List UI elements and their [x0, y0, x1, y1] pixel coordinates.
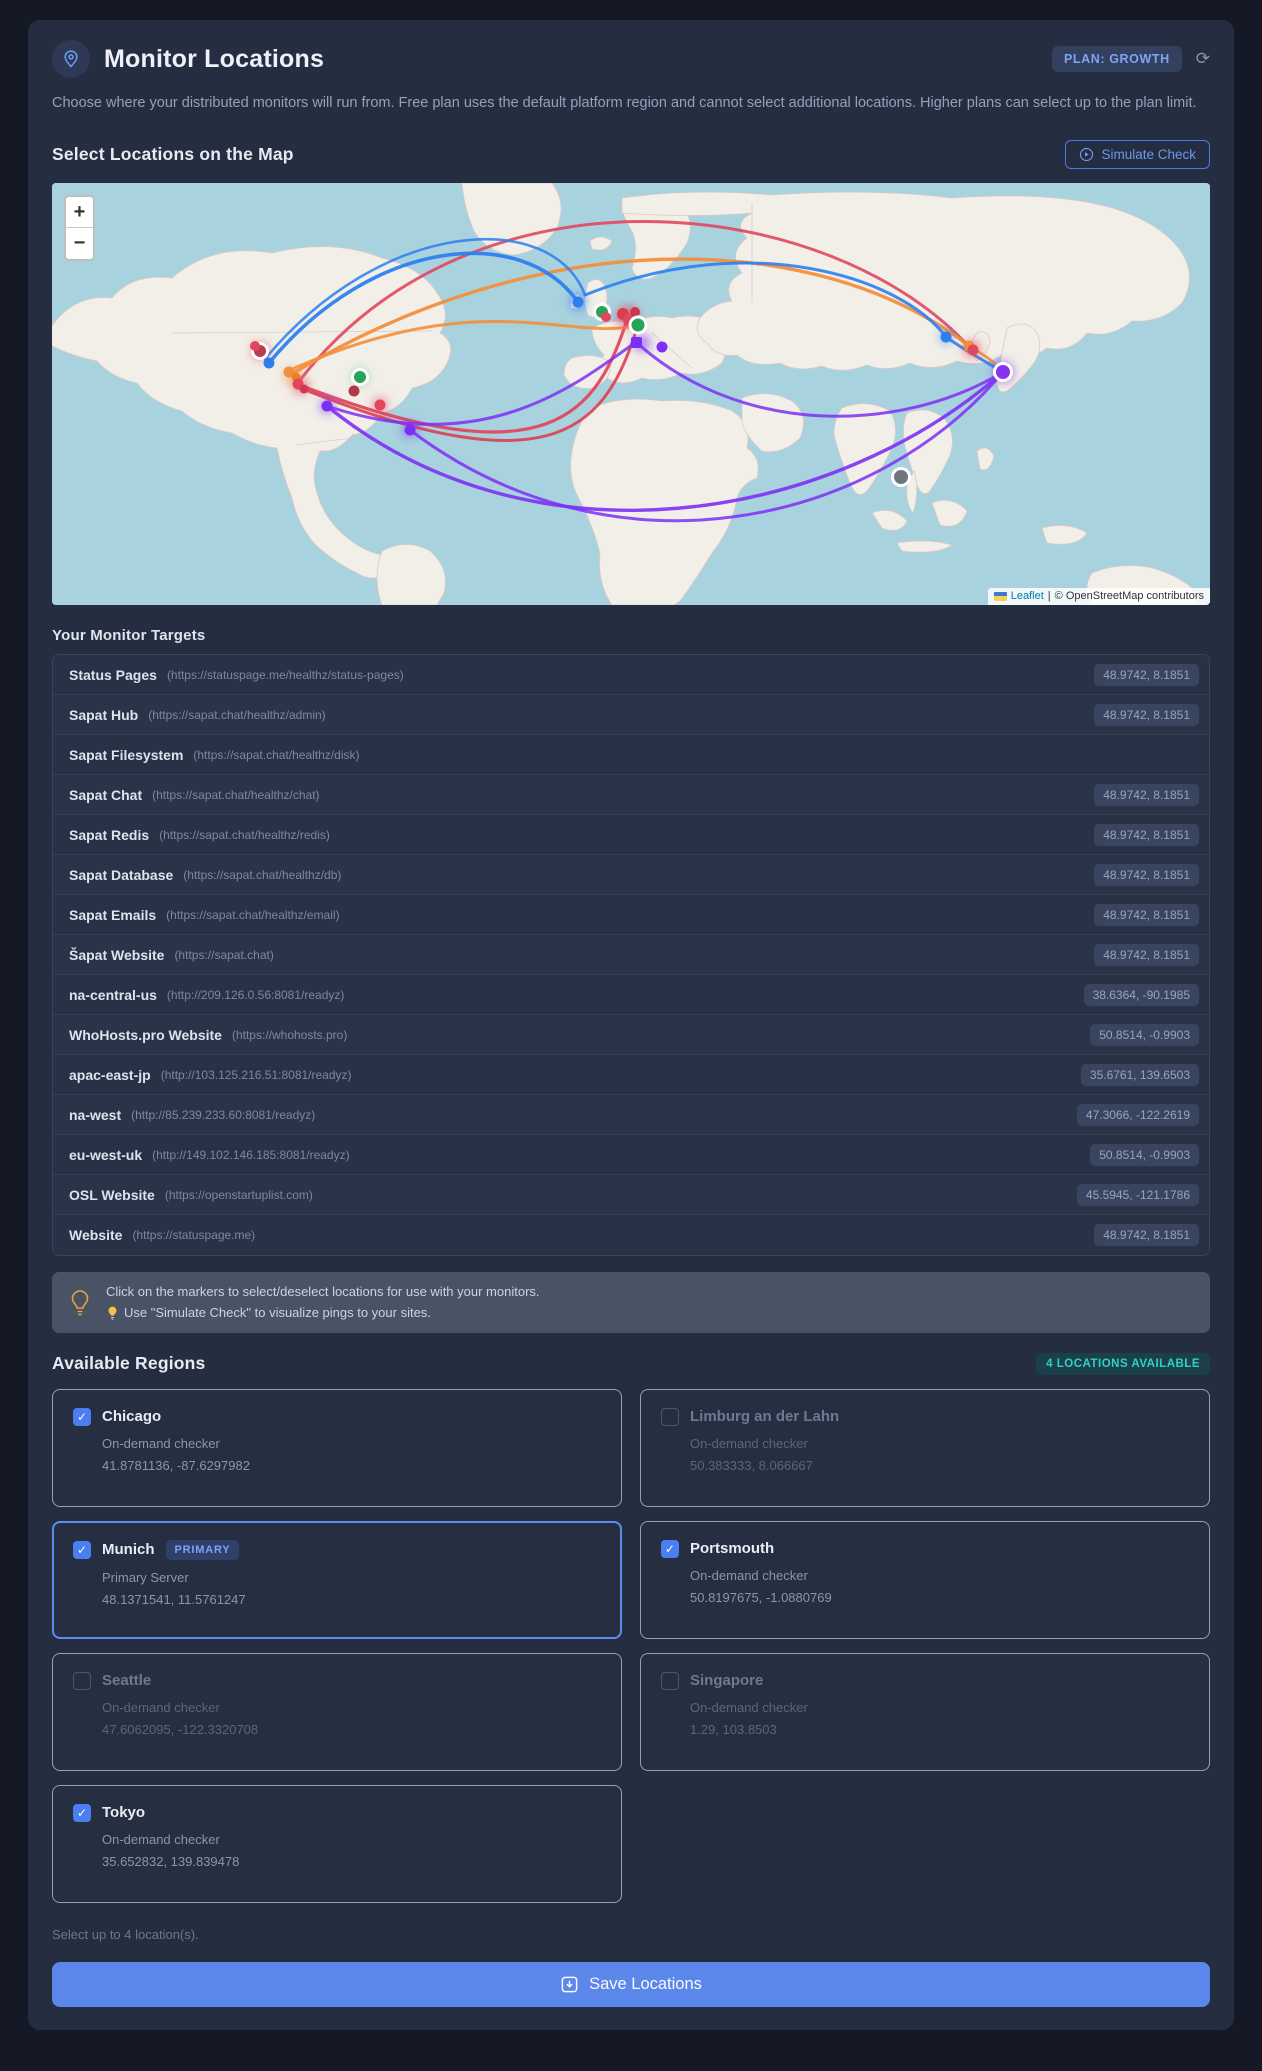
table-row[interactable]: Sapat Redis (https://sapat.chat/healthz/r…: [53, 815, 1209, 856]
coords-badge: 38.6364, -90.1985: [1083, 983, 1199, 1006]
table-row[interactable]: Sapat Database (https://sapat.chat/health…: [53, 855, 1209, 896]
table-row[interactable]: OSL Website (https://openstartuplist.com)…: [53, 1175, 1209, 1216]
locations-available-badge: 4 LOCATIONS AVAILABLE: [1036, 1352, 1210, 1375]
marker-target-purple: [656, 341, 668, 353]
regions-heading: Available Regions: [52, 1353, 206, 1374]
table-row[interactable]: eu-west-uk (http://149.102.146.185:8081/r…: [53, 1135, 1209, 1176]
marker-chicago-region: [351, 368, 369, 387]
table-row[interactable]: Sapat Chat (https://sapat.chat/healthz/ch…: [53, 775, 1209, 816]
lightbulb-icon: [71, 1289, 89, 1315]
map-section-title: Select Locations on the Map: [52, 144, 294, 165]
table-row[interactable]: Status Pages (https://statuspage.me/healt…: [53, 655, 1209, 696]
simulate-check-button[interactable]: Simulate Check: [1065, 140, 1210, 170]
coords-badge: 45.5945, -121.1786: [1076, 1183, 1199, 1206]
marker-target-blue: [263, 357, 275, 369]
region-grid: ✓ Chicago On-demand checker 41.8781136, -…: [52, 1388, 1210, 1903]
play-circle-icon: [1080, 148, 1094, 162]
map-attribution: Leaflet | © OpenStreetMap contributors: [987, 588, 1210, 606]
checkbox[interactable]: ✓: [661, 1407, 679, 1426]
plan-badge: PLAN: GROWTH: [1051, 46, 1182, 72]
coords-badge: 48.9742, 8.1851: [1094, 783, 1199, 806]
region-card-tokyo[interactable]: ✓ Tokyo On-demand checker 35.652832, 139.…: [52, 1784, 622, 1903]
coords-badge: 48.9742, 8.1851: [1094, 943, 1199, 966]
map-canvas: [52, 183, 1210, 606]
osm-credit: © OpenStreetMap contributors: [1054, 590, 1204, 603]
description-text: Choose where your distributed monitors w…: [52, 95, 1197, 111]
coords-badge: 48.9742, 8.1851: [1094, 823, 1199, 846]
map-zoom-control: + −: [64, 195, 95, 262]
region-card-chicago[interactable]: ✓ Chicago On-demand checker 41.8781136, -…: [52, 1388, 622, 1507]
page-title: Monitor Locations: [104, 44, 325, 73]
header: Monitor Locations PLAN: GROWTH ⟳: [52, 40, 1210, 78]
marker-target-red: [299, 384, 309, 394]
refresh-icon[interactable]: ⟳: [1196, 49, 1210, 69]
table-row[interactable]: Sapat Emails (https://sapat.chat/healthz/…: [53, 895, 1209, 936]
coords-badge: 48.9742, 8.1851: [1094, 663, 1199, 686]
coords-badge: 48.9742, 8.1851: [1094, 1224, 1199, 1247]
marker-target-purple: [321, 400, 333, 412]
marker-target-red: [967, 344, 979, 356]
save-icon: [561, 1976, 578, 1993]
region-card-munich[interactable]: ✓ Munich PRIMARY Primary Server 48.1371541…: [52, 1520, 622, 1639]
coords-badge: 50.8514, -0.9903: [1090, 1023, 1199, 1046]
world-map[interactable]: + − Leaflet | © OpenStreetMap contributo…: [52, 183, 1210, 606]
monitor-locations-panel: Monitor Locations PLAN: GROWTH ⟳ Choose …: [28, 20, 1234, 2030]
leaflet-link[interactable]: Leaflet: [1011, 590, 1044, 602]
marker-target-purple: [631, 337, 642, 349]
coords-badge: 48.9742, 8.1851: [1094, 903, 1199, 926]
marker-target-red: [630, 307, 640, 318]
table-row[interactable]: Website (https://statuspage.me) 48.9742, 8…: [53, 1215, 1209, 1256]
marker-target-blue: [572, 296, 584, 308]
checkbox[interactable]: ✓: [73, 1671, 91, 1690]
table-row[interactable]: na-west (http://85.239.233.60:8081/readyz…: [53, 1095, 1209, 1136]
location-pin-icon: [52, 40, 90, 78]
table-row[interactable]: Šapat Website (https://sapat.chat) 48.9742…: [53, 935, 1209, 976]
region-card-seattle[interactable]: ✓Seattle On-demand checker 47.6062095, -…: [52, 1652, 622, 1771]
checkbox[interactable]: ✓: [73, 1407, 91, 1426]
coords-badge: 48.9742, 8.1851: [1094, 863, 1199, 886]
ukraine-flag-icon: [993, 591, 1007, 601]
checkbox[interactable]: ✓: [661, 1539, 679, 1558]
marker-singapore-region: [891, 467, 911, 488]
targets-heading: Your Monitor Targets: [52, 627, 206, 645]
checkbox[interactable]: ✓: [73, 1540, 91, 1559]
table-row[interactable]: Sapat Filesystem (https://sapat.chat/heal…: [53, 735, 1209, 776]
coords-badge: 50.8514, -0.9903: [1090, 1143, 1199, 1166]
tip-banner: Click on the markers to select/deselect …: [52, 1272, 1210, 1333]
save-locations-button[interactable]: Save Locations: [52, 1961, 1210, 2007]
checkbox[interactable]: ✓: [661, 1671, 679, 1690]
region-card-limburg[interactable]: ✓Limburg an der Lahn On-demand checker 5…: [640, 1388, 1210, 1507]
lightbulb-filled-icon: [108, 1306, 117, 1320]
marker-target-blue: [940, 331, 952, 343]
marker-target-red: [601, 312, 611, 323]
coords-badge: 35.6761, 139.6503: [1080, 1063, 1199, 1086]
table-row[interactable]: WhoHosts.pro Website (https://whohosts.pr…: [53, 1015, 1209, 1056]
coords-badge: 47.3066, -122.2619: [1076, 1103, 1199, 1126]
marker-munich-region: [628, 315, 648, 335]
table-row[interactable]: Sapat Hub (https://sapat.chat/healthz/adm…: [53, 695, 1209, 736]
targets-list: Status Pages (https://statuspage.me/healt…: [52, 654, 1210, 1257]
tip-line1: Click on the markers to select/deselect …: [106, 1284, 540, 1300]
selection-limit-note: Select up to 4 location(s).: [52, 1926, 199, 1942]
tip-line2: Use "Simulate Check" to visualize pings …: [124, 1304, 431, 1320]
marker-target-purple: [404, 424, 416, 436]
marker-target-darkred: [348, 385, 360, 397]
table-row[interactable]: na-central-us (http://209.126.0.56:8081/r…: [53, 975, 1209, 1016]
checkbox[interactable]: ✓: [73, 1803, 91, 1822]
region-card-singapore[interactable]: ✓Singapore On-demand checker 1.29, 103.8…: [640, 1652, 1210, 1771]
marker-tokyo-region: [993, 362, 1013, 383]
marker-target-red: [374, 399, 386, 411]
zoom-in-button[interactable]: +: [66, 197, 93, 229]
table-row[interactable]: apac-east-jp (http://103.125.216.51:8081/…: [53, 1055, 1209, 1096]
primary-badge: PRIMARY: [165, 1539, 240, 1560]
zoom-out-button[interactable]: −: [66, 228, 93, 259]
coords-badge: 48.9742, 8.1851: [1094, 703, 1199, 726]
marker-target-red: [250, 341, 260, 352]
region-card-portsmouth[interactable]: ✓ Portsmouth On-demand checker 50.8197675…: [640, 1520, 1210, 1639]
